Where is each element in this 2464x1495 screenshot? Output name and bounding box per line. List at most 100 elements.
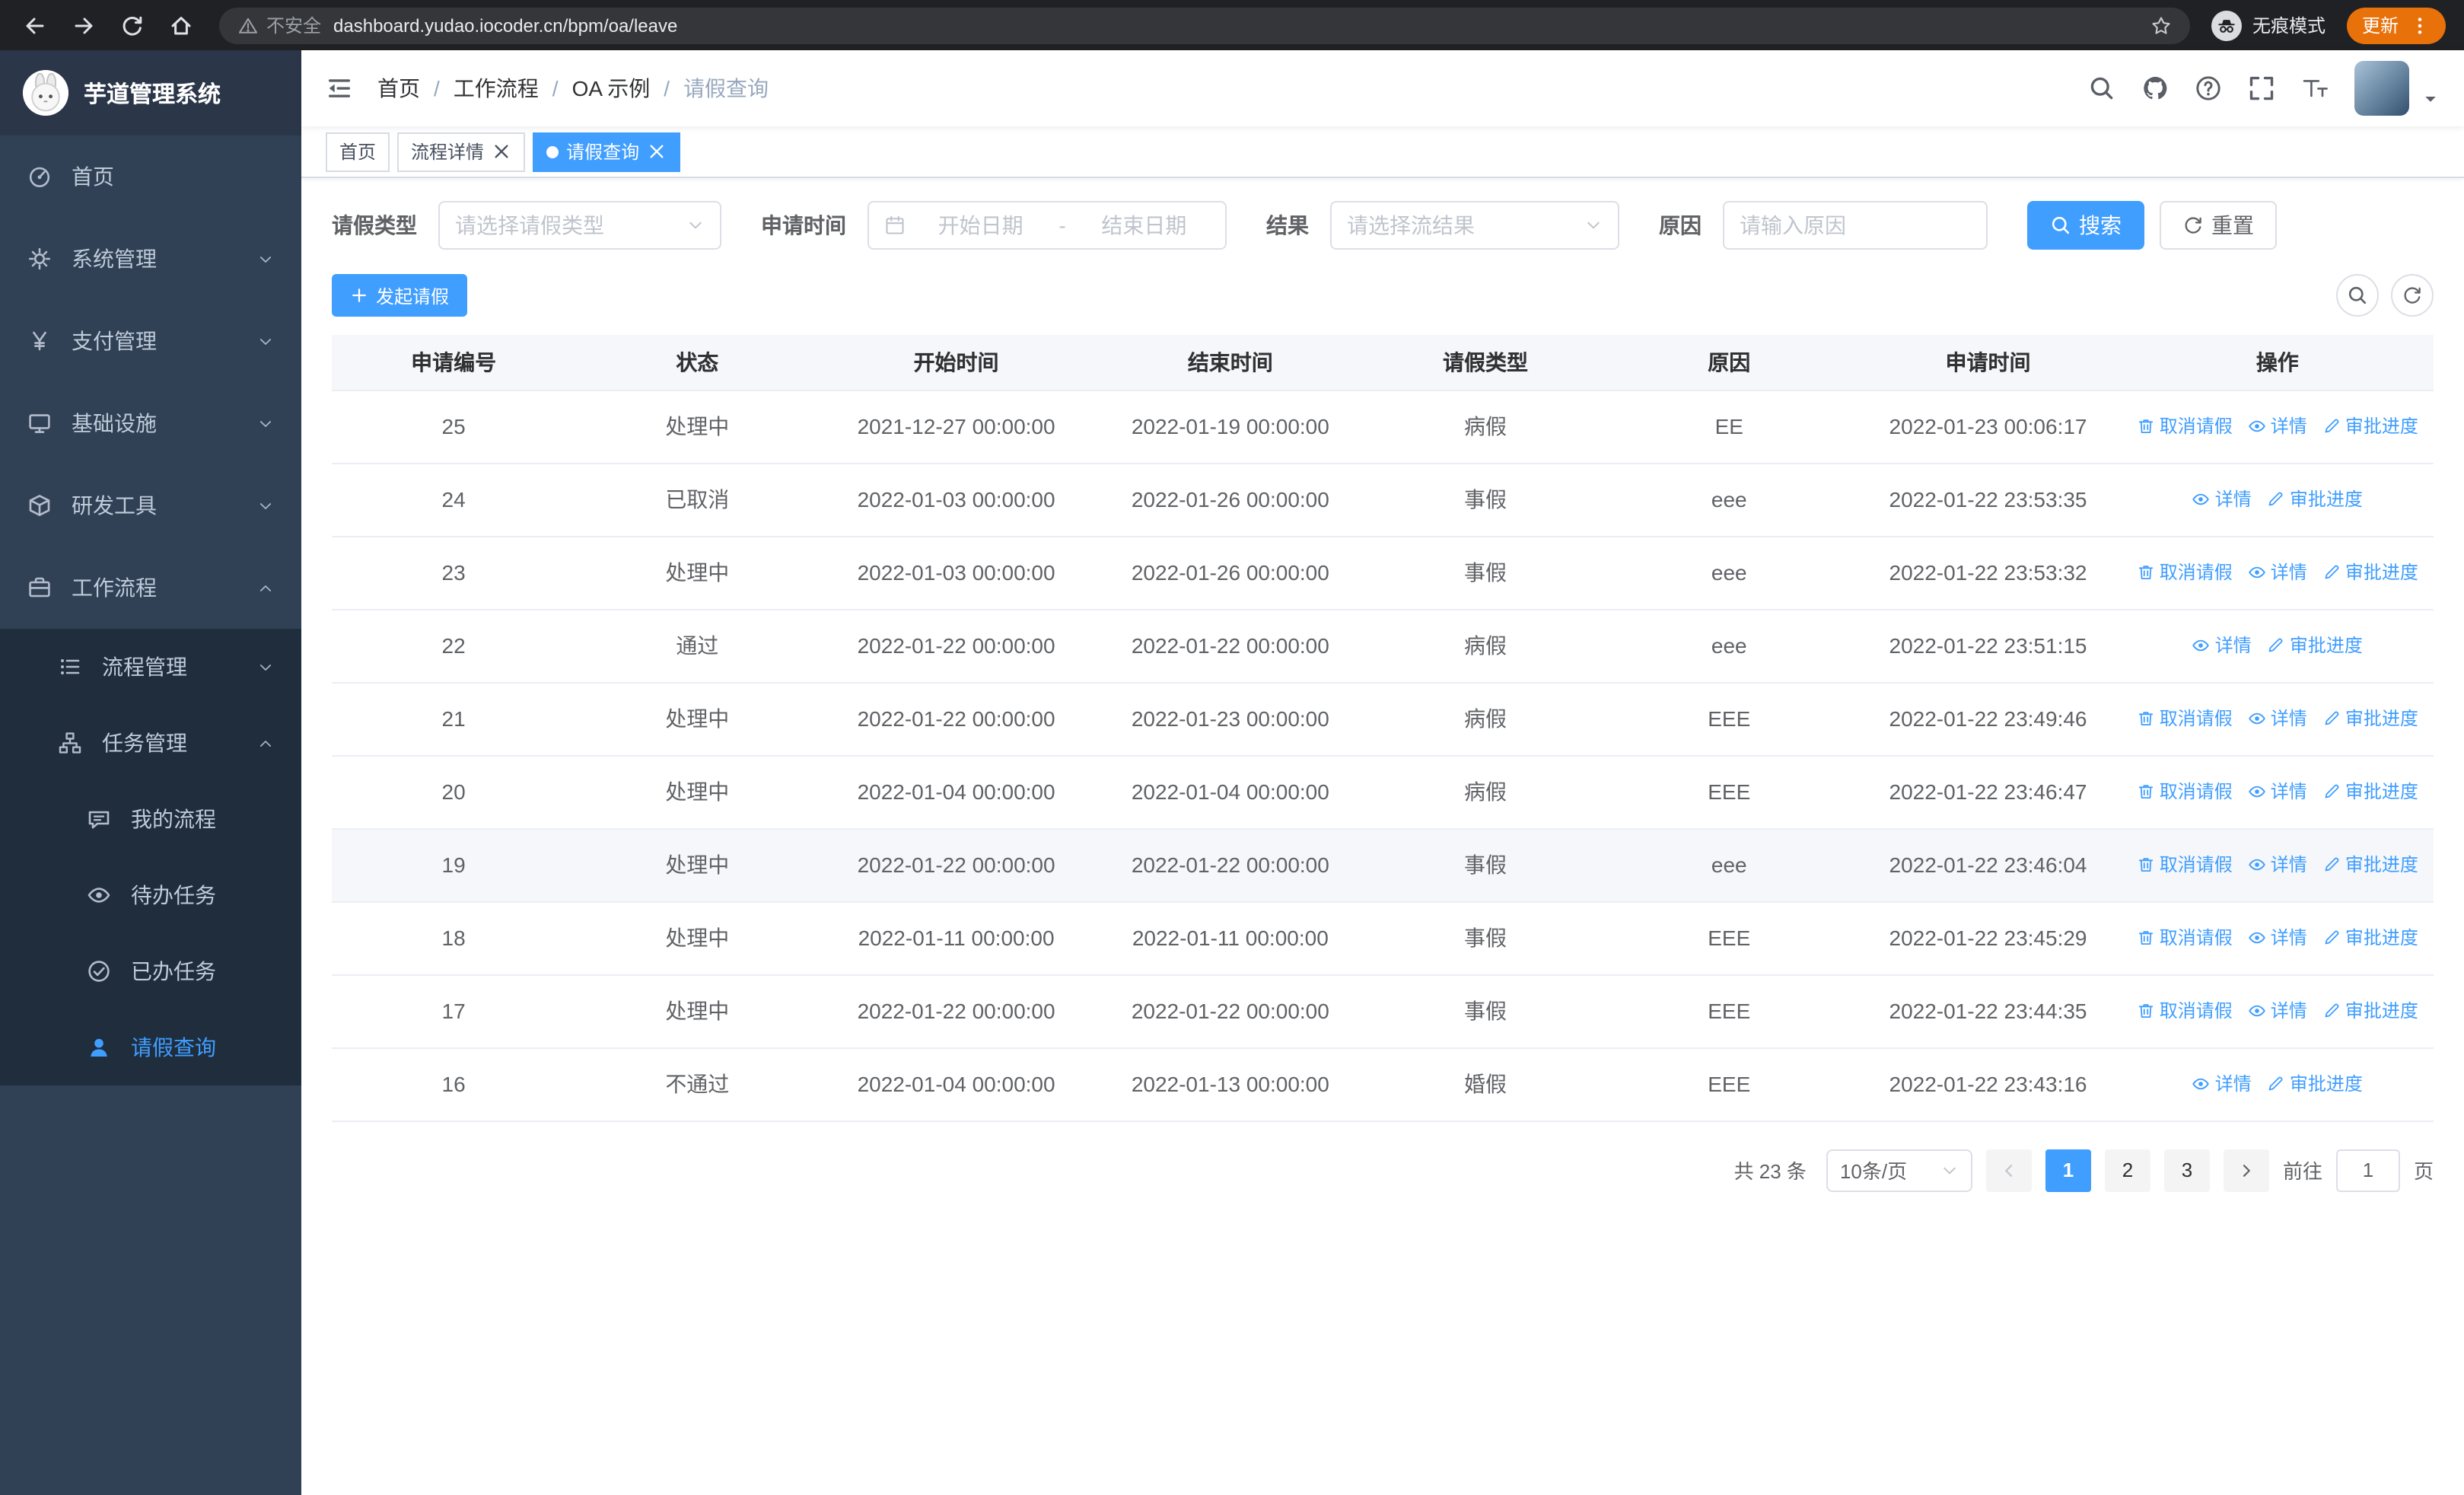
browser-home-button[interactable] [164, 8, 198, 42]
sidebar-item-process-management[interactable]: 流程管理 [0, 629, 301, 705]
start-date-placeholder[interactable]: 开始日期 [915, 210, 1046, 241]
address-bar[interactable]: 不安全 dashboard.yudao.iocoder.cn/bpm/oa/le… [219, 7, 2190, 43]
search-icon[interactable] [2088, 75, 2115, 102]
filter-result: 结果 [1266, 201, 1619, 250]
action-progress[interactable]: 审批进度 [2322, 559, 2418, 585]
sidebar-item-done-task[interactable]: 已办任务 [0, 933, 301, 1009]
action-progress[interactable]: 审批进度 [2322, 706, 2418, 732]
action-progress[interactable]: 审批进度 [2322, 925, 2418, 951]
action-cancel[interactable]: 取消请假 [2137, 706, 2233, 732]
action-progress[interactable]: 审批进度 [2322, 852, 2418, 878]
action-label: 审批进度 [2289, 1073, 2363, 1095]
action-label: 详情 [2270, 416, 2307, 438]
cell-apply: 2022-01-22 23:49:46 [1854, 682, 2122, 756]
page-button-3[interactable]: 3 [2163, 1149, 2210, 1191]
browser-forward-button[interactable] [67, 8, 100, 42]
cell-start: 2022-01-04 00:00:00 [819, 1047, 1094, 1121]
refresh-table-button[interactable] [2391, 274, 2434, 317]
update-button[interactable]: 更新 [2346, 7, 2446, 43]
bookmark-star-icon[interactable] [2150, 14, 2172, 36]
action-progress[interactable]: 审批进度 [2322, 413, 2418, 439]
cell-end: 2022-01-04 00:00:00 [1093, 755, 1367, 829]
action-detail[interactable]: 详情 [2248, 413, 2307, 439]
browser-reload-button[interactable] [116, 8, 149, 42]
github-icon[interactable] [2141, 75, 2169, 102]
result-select[interactable] [1330, 201, 1619, 250]
result-input[interactable] [1347, 213, 1575, 237]
reason-input[interactable] [1740, 213, 1971, 237]
breadcrumb-item-oa[interactable]: OA 示例 [572, 73, 651, 104]
sidebar-item-leave-query[interactable]: 请假查询 [0, 1009, 301, 1085]
caret-down-icon[interactable] [2421, 90, 2440, 108]
reason-field[interactable] [1723, 201, 1988, 250]
sidebar-collapse-button[interactable] [326, 75, 353, 102]
breadcrumb-item-home[interactable]: 首页 [377, 73, 420, 104]
action-detail[interactable]: 详情 [2248, 779, 2307, 805]
sidebar-item-workflow[interactable]: 工作流程 [0, 547, 301, 629]
goto-page-input[interactable] [2335, 1149, 2400, 1191]
action-cancel[interactable]: 取消请假 [2137, 998, 2233, 1024]
action-detail[interactable]: 详情 [2248, 559, 2307, 585]
avatar[interactable] [2354, 61, 2409, 116]
prev-page-button[interactable] [1985, 1149, 2032, 1191]
next-page-button[interactable] [2223, 1149, 2269, 1191]
browser-back-button[interactable] [18, 8, 52, 42]
tab-home[interactable]: 首页 [326, 132, 390, 171]
action-detail[interactable]: 详情 [2192, 633, 2252, 658]
action-progress[interactable]: 审批进度 [2322, 998, 2418, 1024]
sidebar-item-label: 我的流程 [131, 807, 216, 831]
cell-apply: 2022-01-23 00:06:17 [1854, 390, 2122, 464]
action-detail[interactable]: 详情 [2248, 852, 2307, 878]
action-cancel[interactable]: 取消请假 [2137, 779, 2233, 805]
col-reason: 原因 [1603, 335, 1855, 390]
action-cancel[interactable]: 取消请假 [2137, 413, 2233, 439]
close-icon[interactable] [647, 142, 667, 161]
toggle-search-button[interactable] [2336, 274, 2379, 317]
fullscreen-icon[interactable] [2248, 75, 2275, 102]
search-button[interactable]: 搜索 [2027, 201, 2144, 250]
action-detail[interactable]: 详情 [2248, 998, 2307, 1024]
sidebar-item-devtools[interactable]: 研发工具 [0, 464, 301, 547]
create-leave-button[interactable]: 发起请假 [332, 274, 468, 317]
action-cancel[interactable]: 取消请假 [2137, 925, 2233, 951]
tab-leave-query[interactable]: 请假查询 [533, 132, 681, 171]
action-detail[interactable]: 详情 [2192, 486, 2252, 512]
action-cancel[interactable]: 取消请假 [2137, 559, 2233, 585]
action-progress[interactable]: 审批进度 [2267, 486, 2363, 512]
security-status[interactable]: 不安全 [237, 12, 321, 38]
action-detail[interactable]: 详情 [2248, 706, 2307, 732]
breadcrumb-item-workflow[interactable]: 工作流程 [454, 73, 539, 104]
cell-start: 2021-12-27 00:00:00 [819, 390, 1094, 464]
reset-button[interactable]: 重置 [2160, 201, 2277, 250]
sidebar-item-todo-task[interactable]: 待办任务 [0, 857, 301, 933]
sidebar-item-home[interactable]: 首页 [0, 135, 301, 218]
browser-menu-icon[interactable] [2409, 14, 2431, 36]
leave-type-select[interactable] [438, 201, 721, 250]
action-detail[interactable]: 详情 [2192, 1071, 2252, 1097]
tab-process-detail[interactable]: 流程详情 [397, 132, 526, 171]
action-progress[interactable]: 审批进度 [2267, 633, 2363, 658]
help-icon[interactable] [2195, 75, 2222, 102]
sidebar-item-payment[interactable]: 支付管理 [0, 300, 301, 382]
sidebar-item-system[interactable]: 系统管理 [0, 218, 301, 300]
filter-apply-time: 申请时间 开始日期 - 结束日期 [761, 201, 1227, 250]
page-content: 请假类型 申请时间 开始日期 - 结束日期 [301, 178, 2464, 1495]
action-detail[interactable]: 详情 [2248, 925, 2307, 951]
sidebar-item-my-process[interactable]: 我的流程 [0, 781, 301, 857]
page-button-1[interactable]: 1 [2045, 1149, 2091, 1191]
page-size-select[interactable]: 10条/页 [1826, 1149, 1972, 1191]
table-row-17: 17 处理中 2022-01-22 00:00:00 2022-01-22 00:00… [332, 974, 2434, 1048]
action-progress[interactable]: 审批进度 [2322, 779, 2418, 805]
action-cancel[interactable]: 取消请假 [2137, 852, 2233, 878]
sidebar-item-task-management[interactable]: 任务管理 [0, 705, 301, 781]
action-progress[interactable]: 审批进度 [2267, 1071, 2363, 1097]
active-tab-dot [546, 145, 559, 158]
apply-time-range-picker[interactable]: 开始日期 - 结束日期 [867, 201, 1227, 250]
end-date-placeholder[interactable]: 结束日期 [1078, 210, 1210, 241]
font-size-icon[interactable] [2301, 75, 2329, 102]
leave-type-input[interactable] [455, 213, 677, 237]
page-button-2[interactable]: 2 [2104, 1149, 2150, 1191]
sidebar-item-label: 研发工具 [72, 493, 157, 518]
close-icon[interactable] [492, 142, 511, 161]
sidebar-item-infrastructure[interactable]: 基础设施 [0, 382, 301, 464]
